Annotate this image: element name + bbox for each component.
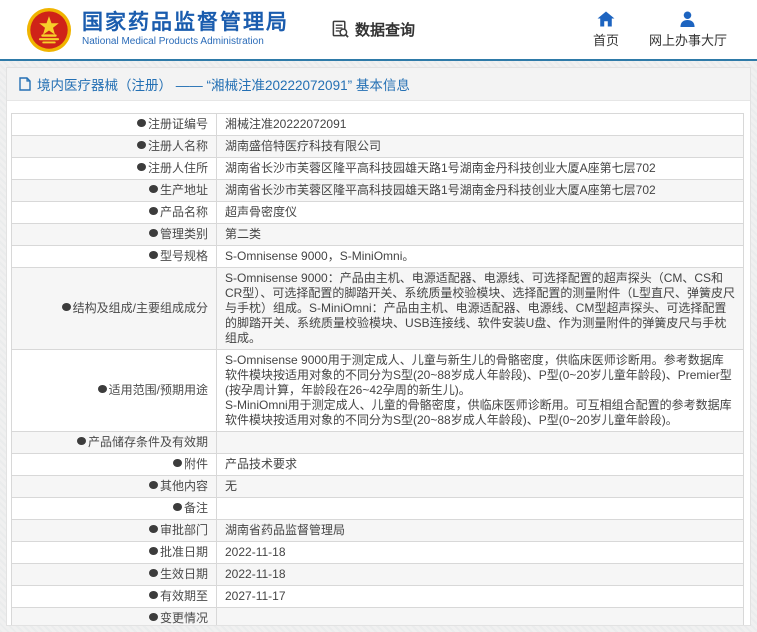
row-value: 湖南省药品监督管理局: [217, 520, 744, 542]
note-balloon-icon: [149, 185, 158, 193]
table-row: 生效日期 2022-11-18: [12, 564, 744, 586]
table-row: 产品名称 超声骨密度仪: [12, 202, 744, 224]
note-balloon-icon: [77, 437, 86, 445]
note-balloon-icon: [149, 207, 158, 215]
row-label: 有效期至: [12, 586, 217, 608]
note-balloon-icon: [62, 303, 71, 311]
document-search-icon: [331, 20, 350, 39]
row-value: [217, 498, 744, 520]
note-balloon-icon: [149, 525, 158, 533]
table-row: 其他内容 无: [12, 476, 744, 498]
row-value: [217, 432, 744, 454]
row-label: 注册证编号: [12, 114, 217, 136]
note-balloon-icon: [149, 613, 158, 621]
row-value: [217, 608, 744, 627]
page-icon: [19, 77, 31, 91]
row-value: 第二类: [217, 224, 744, 246]
row-label: 其他内容: [12, 476, 217, 498]
note-balloon-icon: [149, 547, 158, 555]
note-balloon-icon: [149, 251, 158, 259]
table-row: 注册人住所 湖南省长沙市芙蓉区隆平高科技园雄天路1号湖南金丹科技创业大厦A座第七…: [12, 158, 744, 180]
row-value: S-Omnisense 9000用于测定成人、儿童与新生儿的骨骼密度，供临床医师…: [217, 350, 744, 432]
header: 国家药品监督管理局 National Medical Products Admi…: [0, 0, 757, 59]
nav-service-hall-label: 网上办事大厅: [649, 30, 727, 49]
row-label: 适用范围/预期用途: [12, 350, 217, 432]
table-row: 有效期至 2027-11-17: [12, 586, 744, 608]
table-row: 注册证编号 湘械注准20222072091: [12, 114, 744, 136]
row-label: 产品名称: [12, 202, 217, 224]
row-label: 生效日期: [12, 564, 217, 586]
row-value: 2022-11-18: [217, 564, 744, 586]
row-label: 审批部门: [12, 520, 217, 542]
row-value: 湘械注准20222072091: [217, 114, 744, 136]
table-row: 审批部门 湖南省药品监督管理局: [12, 520, 744, 542]
content-background: 境内医疗器械（注册） —— “湘械注准20222072091” 基本信息 注册证…: [0, 61, 757, 632]
note-balloon-icon: [98, 385, 107, 393]
agency-name-en: National Medical Products Administration: [82, 35, 289, 48]
table-row: 结构及组成/主要组成成分 S-Omnisense 9000：产品由主机、电源适配…: [12, 268, 744, 350]
note-balloon-icon: [173, 503, 182, 511]
row-value: 超声骨密度仪: [217, 202, 744, 224]
table-row: 备注: [12, 498, 744, 520]
china-national-emblem-icon: [26, 7, 72, 53]
note-balloon-icon: [137, 119, 146, 127]
row-label: 结构及组成/主要组成成分: [12, 268, 217, 350]
note-balloon-icon: [149, 481, 158, 489]
row-label: 变更情况: [12, 608, 217, 627]
agency-name-cn: 国家药品监督管理局: [82, 11, 289, 35]
logo-text: 国家药品监督管理局 National Medical Products Admi…: [82, 11, 289, 48]
row-value: 湖南省长沙市芙蓉区隆平高科技园雄天路1号湖南金丹科技创业大厦A座第七层702: [217, 158, 744, 180]
row-value: 2027-11-17: [217, 586, 744, 608]
row-label: 生产地址: [12, 180, 217, 202]
data-query-menu[interactable]: 数据查询: [331, 19, 415, 40]
row-value: 湖南盛倍特医疗科技有限公司: [217, 136, 744, 158]
nmpa-logo: 国家药品监督管理局 National Medical Products Admi…: [26, 7, 289, 53]
info-table-body: 注册证编号 湘械注准20222072091 注册人名称 湖南盛倍特医疗科技有限公…: [12, 114, 744, 627]
row-label: 注册人名称: [12, 136, 217, 158]
note-balloon-icon: [149, 591, 158, 599]
note-balloon-icon: [137, 163, 146, 171]
row-value: 产品技术要求: [217, 454, 744, 476]
row-value: S-Omnisense 9000：产品由主机、电源适配器、电源线、可选择配置的超…: [217, 268, 744, 350]
table-row: 管理类别 第二类: [12, 224, 744, 246]
nav-home[interactable]: 首页: [593, 11, 619, 49]
page-title: 境内医疗器械（注册） —— “湘械注准20222072091” 基本信息: [37, 74, 410, 94]
note-balloon-icon: [173, 459, 182, 467]
note-balloon-icon: [149, 229, 158, 237]
row-value: 无: [217, 476, 744, 498]
registration-info-table: 注册证编号 湘械注准20222072091 注册人名称 湖南盛倍特医疗科技有限公…: [11, 113, 744, 626]
top-nav: 首页 网上办事大厅: [593, 11, 741, 49]
table-row: 型号规格 S-Omnisense 9000，S-MiniOmni。: [12, 246, 744, 268]
table-row: 注册人名称 湖南盛倍特医疗科技有限公司: [12, 136, 744, 158]
table-row: 批准日期 2022-11-18: [12, 542, 744, 564]
row-label: 产品储存条件及有效期: [12, 432, 217, 454]
row-value: S-Omnisense 9000，S-MiniOmni。: [217, 246, 744, 268]
row-value: 湖南省长沙市芙蓉区隆平高科技园雄天路1号湖南金丹科技创业大厦A座第七层702: [217, 180, 744, 202]
row-label: 注册人住所: [12, 158, 217, 180]
data-query-label: 数据查询: [355, 19, 415, 40]
row-value: 2022-11-18: [217, 542, 744, 564]
row-label: 批准日期: [12, 542, 217, 564]
detail-panel: 境内医疗器械（注册） —— “湘械注准20222072091” 基本信息 注册证…: [6, 67, 751, 626]
note-balloon-icon: [149, 569, 158, 577]
home-icon: [597, 11, 615, 27]
table-row: 生产地址 湖南省长沙市芙蓉区隆平高科技园雄天路1号湖南金丹科技创业大厦A座第七层…: [12, 180, 744, 202]
table-wrapper: 注册证编号 湘械注准20222072091 注册人名称 湖南盛倍特医疗科技有限公…: [7, 101, 750, 626]
breadcrumb: 境内医疗器械（注册） —— “湘械注准20222072091” 基本信息: [7, 68, 750, 101]
note-balloon-icon: [137, 141, 146, 149]
table-row: 适用范围/预期用途 S-Omnisense 9000用于测定成人、儿童与新生儿的…: [12, 350, 744, 432]
nav-home-label: 首页: [593, 30, 619, 49]
row-label: 备注: [12, 498, 217, 520]
row-label: 管理类别: [12, 224, 217, 246]
table-row: 产品储存条件及有效期: [12, 432, 744, 454]
nav-service-hall[interactable]: 网上办事大厅: [649, 11, 727, 49]
row-label: 附件: [12, 454, 217, 476]
table-row: 变更情况: [12, 608, 744, 627]
user-icon: [679, 11, 696, 27]
table-row: 附件 产品技术要求: [12, 454, 744, 476]
row-label: 型号规格: [12, 246, 217, 268]
